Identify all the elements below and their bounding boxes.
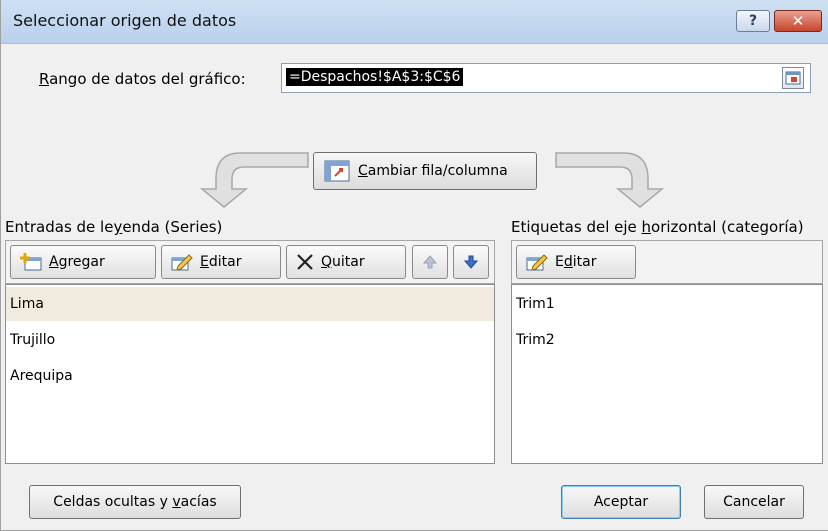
legend-entries-label: Entradas de leyenda (Series) [5,218,223,236]
cancel-button[interactable]: Cancelar [704,485,804,519]
switch-row-column-icon [324,160,350,182]
remove-icon [297,254,313,270]
list-item[interactable]: Lima [6,287,494,321]
dialog-title: Seleccionar origen de datos [13,11,237,30]
chart-data-range-input[interactable]: =Despachos!$A$3:$C$6 [281,63,811,93]
edit-axis-labels-button[interactable]: Editar [516,245,636,279]
list-item[interactable]: Trim2 [512,323,822,357]
add-series-button[interactable]: Agregar [10,245,156,279]
hidden-empty-cells-button[interactable]: Celdas ocultas y vacías [29,485,241,519]
edit-icon [526,254,548,271]
add-series-label: Agregar [49,254,105,270]
edit-series-button[interactable]: Editar [161,245,281,279]
switch-row-column-button[interactable]: Cambiar fila/columna [313,152,537,190]
title-bar[interactable]: Seleccionar origen de datos ? ✕ [1,0,828,44]
list-item[interactable]: Trujillo [6,323,494,357]
left-curved-arrow-icon [199,152,309,208]
remove-series-label: Quitar [321,254,365,270]
axis-toolbar: Editar [511,240,823,284]
legend-toolbar: Agregar Editar Quitar [5,240,495,284]
ok-button[interactable]: Aceptar [561,485,681,519]
chart-data-range-value: =Despachos!$A$3:$C$6 [286,68,464,86]
range-select-icon [785,71,801,85]
arrow-down-icon [464,255,478,269]
legend-series-list[interactable]: Lima Trujillo Arequipa [5,284,495,464]
remove-series-button[interactable]: Quitar [286,245,406,279]
edit-icon [171,254,193,271]
select-data-source-dialog: Seleccionar origen de datos ? ✕ Rango de… [0,0,828,531]
move-up-button[interactable] [412,245,448,279]
hidden-empty-cells-label: Celdas ocultas y vacías [53,494,217,510]
right-curved-arrow-icon [555,152,665,208]
close-button[interactable]: ✕ [774,10,822,32]
switch-row-column-label: Cambiar fila/columna [358,163,508,179]
collapse-dialog-button[interactable] [782,67,804,89]
add-icon [20,253,42,271]
chart-data-range-label: Rango de datos del gráfico: [39,70,246,88]
edit-axis-labels-label: Editar [555,254,597,270]
help-button[interactable]: ? [736,10,770,32]
axis-category-list[interactable]: Trim1 Trim2 [511,284,823,464]
move-down-button[interactable] [453,245,489,279]
close-icon: ✕ [791,12,805,30]
arrow-up-icon [423,255,437,269]
edit-series-label: Editar [200,254,242,270]
list-item[interactable]: Arequipa [6,359,494,393]
help-icon: ? [748,13,758,29]
list-item[interactable]: Trim1 [512,287,822,321]
horizontal-axis-labels-label: Etiquetas del eje horizontal (categoría) [511,218,804,236]
